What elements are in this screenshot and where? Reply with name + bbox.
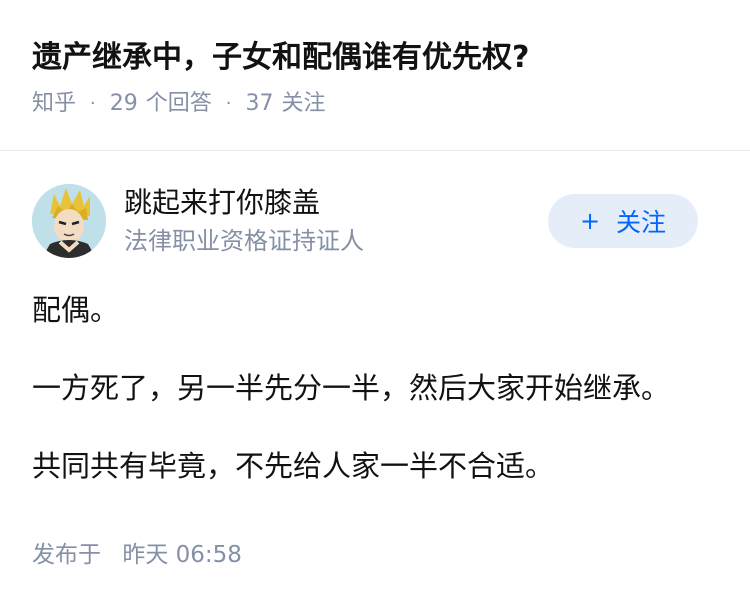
question-meta: 知乎 · 29 个回答 · 37 关注 <box>32 88 718 120</box>
follow-button[interactable]: + 关注 <box>548 194 698 248</box>
follow-button-label: 关注 <box>616 208 667 237</box>
publish-label: 发布于 <box>32 542 101 568</box>
follower-count-label: 关注 <box>281 91 326 116</box>
source-label[interactable]: 知乎 <box>32 88 76 120</box>
author-row: 跳起来打你膝盖 法律职业资格证持证人 + 关注 <box>32 184 718 260</box>
publish-time: 昨天 06:58 <box>122 542 242 568</box>
meta-separator-dot: · <box>225 93 232 114</box>
follower-count: 37 <box>245 91 274 116</box>
answer-content: 配偶。 一方死了，另一半先分一半，然后大家开始继承。 共同共有毕竟，不先给人家一… <box>32 290 732 486</box>
answer-paragraph: 一方死了，另一半先分一半，然后大家开始继承。 <box>32 371 671 405</box>
answer-paragraph: 配偶。 <box>32 293 120 327</box>
plus-icon: + <box>579 207 601 235</box>
avatar-image <box>32 184 106 258</box>
author-badge: 法律职业资格证持证人 <box>124 227 364 255</box>
answer-paragraph: 共同共有毕竟，不先给人家一半不合适。 <box>32 449 555 483</box>
answer-count: 29 <box>109 91 138 116</box>
publish-info: 发布于 昨天 06:58 <box>32 538 242 572</box>
question-header: 遗产继承中，子女和配偶谁有优先权? 知乎 · 29 个回答 · 37 关注 <box>0 0 750 116</box>
question-title[interactable]: 遗产继承中，子女和配偶谁有优先权? <box>32 36 718 80</box>
avatar[interactable] <box>32 184 106 258</box>
author-name[interactable]: 跳起来打你膝盖 <box>124 184 320 222</box>
meta-separator-dot: · <box>90 93 96 114</box>
answer-count-label[interactable]: 个回答 <box>146 88 212 120</box>
section-divider <box>0 150 750 151</box>
